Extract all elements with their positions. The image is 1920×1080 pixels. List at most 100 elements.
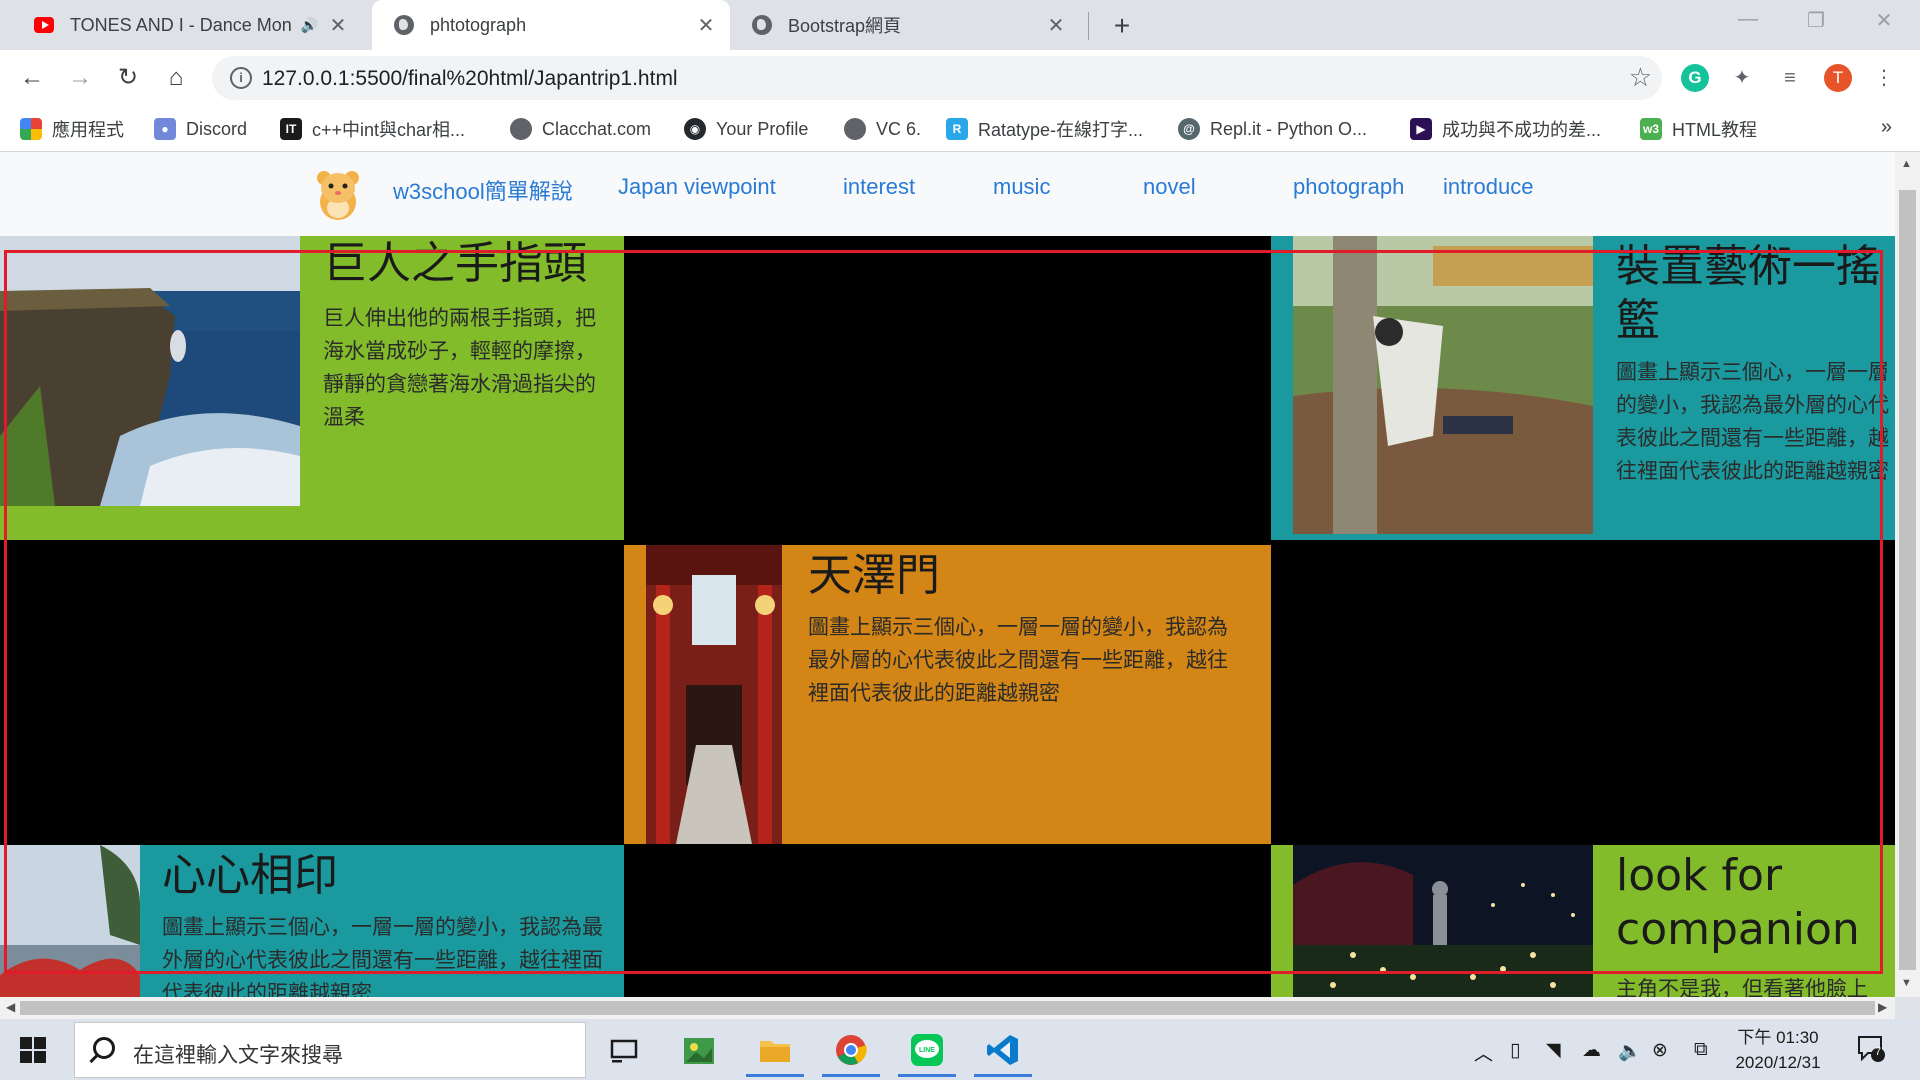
bookmark-html[interactable]: w3 HTML教程 <box>1640 116 1757 142</box>
sea-cliff-photo <box>0 236 300 506</box>
bookmark-star-icon[interactable]: ☆ <box>1629 62 1652 93</box>
file-explorer-icon[interactable] <box>746 1025 804 1077</box>
close-window-button[interactable]: ✕ <box>1864 8 1904 33</box>
tab-youtube[interactable]: TONES AND I - Dance Mon 🔊 ✕ <box>12 0 362 50</box>
tray-chevron-icon[interactable]: ︿ <box>1474 1039 1493 1066</box>
profile-avatar[interactable]: T <box>1824 64 1852 92</box>
scroll-up-icon[interactable]: ▲ <box>1901 158 1912 170</box>
horizontal-scrollbar[interactable]: ◀ ▶ <box>0 997 1895 1019</box>
home-button[interactable]: ⌂ <box>160 62 192 94</box>
bookmark-replit[interactable]: @ Repl.it - Python O... <box>1178 116 1367 142</box>
bookmark-vc6[interactable]: VC 6. <box>844 116 921 142</box>
hearts-photo <box>0 845 140 997</box>
bookmark-discord[interactable]: ● Discord <box>154 116 247 142</box>
line-app-icon[interactable]: LINE <box>898 1025 956 1077</box>
search-placeholder: 在這裡輸入文字來搜尋 <box>133 1044 343 1067</box>
info-icon[interactable]: i <box>230 67 252 89</box>
globe-icon <box>844 118 866 140</box>
extensions-icon[interactable]: ✦ <box>1728 64 1756 92</box>
bookmark-cpp[interactable]: IT c++中int與char相... <box>280 116 465 142</box>
card-text: 主角不是我，但看著他臉上 <box>1616 977 1868 997</box>
network-error-icon[interactable]: ⊗ <box>1652 1039 1668 1062</box>
scroll-left-icon[interactable]: ◀ <box>6 1000 15 1014</box>
media-control-icon[interactable]: ≡ <box>1776 64 1804 92</box>
bookmark-ratatype[interactable]: R Ratatype-在線打字... <box>946 116 1143 142</box>
hammock-photo <box>1293 236 1593 534</box>
bookmarks-overflow-icon[interactable]: » <box>1881 116 1892 139</box>
tab-bootstrap[interactable]: Bootstrap網頁 ✕ <box>730 0 1080 50</box>
bookmark-label: HTML教程 <box>1672 120 1757 140</box>
bookmark-apps[interactable]: 應用程式 <box>20 116 124 142</box>
nav-link-novel[interactable]: novel <box>1143 174 1196 200</box>
bookmark-label: Repl.it - Python O... <box>1210 118 1368 139</box>
grammarly-icon[interactable]: G <box>1681 64 1709 92</box>
close-icon[interactable]: ✕ <box>1046 13 1066 38</box>
tab-phtotograph[interactable]: phtotograph ✕ <box>372 0 730 50</box>
ime-icon[interactable]: ⧉ <box>1694 1039 1708 1061</box>
close-icon[interactable]: ✕ <box>696 13 716 38</box>
tab-separator <box>1088 12 1089 40</box>
tab-title: Bootstrap網頁 <box>788 16 902 36</box>
close-icon[interactable]: ✕ <box>328 13 348 38</box>
vscode-icon[interactable] <box>974 1025 1032 1077</box>
card-title: 裝置藝術一搖籃 <box>1616 241 1880 346</box>
bookmark-video[interactable]: ▶ 成功與不成功的差... <box>1410 116 1601 142</box>
card-text: 巨人伸出他的兩根手指頭，把海水當成砂子，輕輕的摩擦，靜靜的貪戀著海水滑過指尖的溫… <box>323 306 596 429</box>
tab-title: phtotograph <box>430 14 527 35</box>
hamster-logo-icon[interactable] <box>312 162 364 224</box>
reload-button[interactable]: ↻ <box>112 62 144 94</box>
bookmark-label: c++中int與char相... <box>312 120 466 140</box>
replit-icon: @ <box>1178 118 1200 140</box>
search-icon <box>93 1037 115 1059</box>
youtube-icon <box>34 15 54 35</box>
new-tab-button[interactable]: + <box>1106 10 1138 42</box>
volume-icon[interactable]: 🔈 <box>1618 1039 1642 1063</box>
url-text[interactable]: 127.0.0.1:5500/final%20html/Japantrip1.h… <box>262 67 678 91</box>
nav-link-interest[interactable]: interest <box>843 174 915 200</box>
task-view-icon[interactable] <box>595 1025 653 1077</box>
menu-kebab-icon[interactable]: ⋮ <box>1870 64 1898 92</box>
night-lanterns-photo <box>1293 845 1593 997</box>
scroll-down-icon[interactable]: ▼ <box>1901 977 1912 989</box>
scroll-thumb[interactable] <box>20 1001 1875 1015</box>
apps-grid-icon <box>20 118 42 140</box>
system-clock[interactable]: 下午 01:30 2020/12/31 <box>1728 1025 1828 1075</box>
page-viewport: w3school簡單解說 Japan viewpoint interest mu… <box>0 152 1895 997</box>
tray-device-icon[interactable]: ▯ <box>1510 1039 1520 1062</box>
github-icon: ◉ <box>684 118 706 140</box>
browser-toolbar: ← → ↻ ⌂ i 127.0.0.1:5500/final%20html/Ja… <box>0 50 1920 106</box>
globe-icon <box>510 118 532 140</box>
bookmark-label: Your Profile <box>716 118 809 139</box>
back-button[interactable]: ← <box>16 62 48 94</box>
globe-icon <box>394 15 414 35</box>
windows-start-icon[interactable] <box>20 1037 46 1063</box>
nav-link-japan-viewpoint[interactable]: Japan viewpoint <box>618 174 776 200</box>
taskbar-search-box[interactable]: 在這裡輸入文字來搜尋 <box>74 1022 586 1078</box>
speaker-icon[interactable]: 🔊 <box>301 17 318 34</box>
bookmark-label: VC 6. <box>876 118 922 139</box>
notification-center-icon[interactable]: 7 <box>1856 1033 1886 1063</box>
bookmark-label: Discord <box>186 118 248 139</box>
wifi-icon[interactable]: ◥ <box>1546 1039 1561 1062</box>
site-navbar: w3school簡單解說 Japan viewpoint interest mu… <box>0 152 1895 236</box>
nav-link-w3school[interactable]: w3school簡單解說 <box>393 174 573 206</box>
bookmark-github[interactable]: ◉ Your Profile <box>684 116 808 142</box>
bookmark-clacchat[interactable]: Clacchat.com <box>510 116 651 142</box>
nav-link-music[interactable]: music <box>993 174 1050 200</box>
minimize-button[interactable]: — <box>1728 8 1768 31</box>
chrome-icon[interactable] <box>822 1025 880 1077</box>
onedrive-icon[interactable]: ☁ <box>1582 1039 1601 1062</box>
nav-link-introduce[interactable]: introduce <box>1443 174 1534 200</box>
card-hammock: 裝置藝術一搖籃 圖畫上顯示三個心，一層一層的變小，我認為最外層的心代表彼此之間還… <box>1271 236 1895 540</box>
tab-strip: TONES AND I - Dance Mon 🔊 ✕ phtotograph … <box>0 0 1920 50</box>
address-bar[interactable]: i 127.0.0.1:5500/final%20html/Japantrip1… <box>212 56 1662 100</box>
scroll-right-icon[interactable]: ▶ <box>1878 1000 1887 1014</box>
restore-button[interactable]: ❐ <box>1796 8 1836 33</box>
bookmark-label: 成功與不成功的差... <box>1442 120 1602 140</box>
vertical-scrollbar[interactable]: ▲ ▼ <box>1895 152 1920 997</box>
photos-app-icon[interactable] <box>670 1025 728 1077</box>
nav-link-photograph[interactable]: photograph <box>1293 174 1404 200</box>
tab-title: TONES AND I - Dance Mon <box>70 14 292 35</box>
forward-button[interactable]: → <box>64 62 96 94</box>
scroll-thumb[interactable] <box>1899 190 1916 970</box>
